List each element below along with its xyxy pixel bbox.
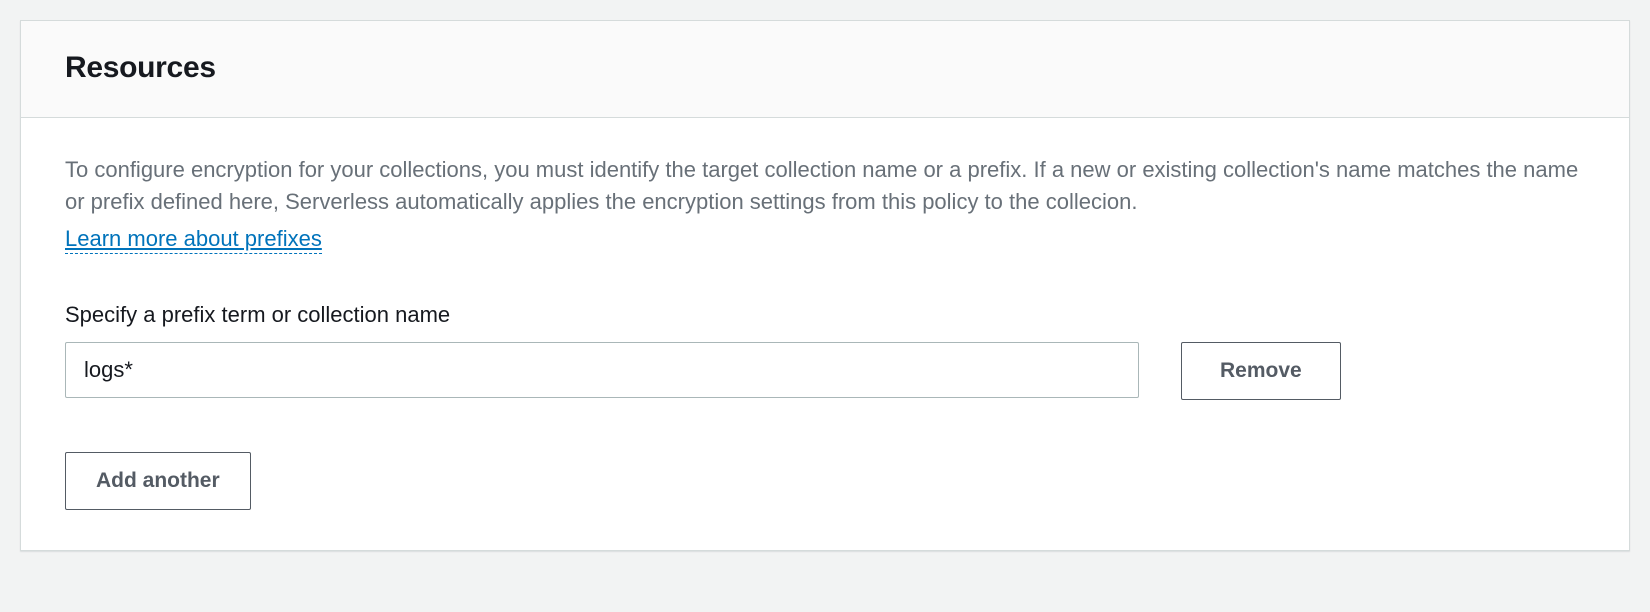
add-another-button[interactable]: Add another	[65, 452, 251, 510]
remove-button[interactable]: Remove	[1181, 342, 1341, 400]
resources-panel: Resources To configure encryption for yo…	[20, 20, 1630, 551]
panel-body: To configure encryption for your collect…	[21, 118, 1629, 550]
panel-description: To configure encryption for your collect…	[65, 154, 1585, 218]
prefix-field-label: Specify a prefix term or collection name	[65, 302, 1585, 328]
learn-more-link[interactable]: Learn more about prefixes	[65, 226, 322, 254]
panel-title: Resources	[65, 51, 1585, 85]
prefix-field-block: Specify a prefix term or collection name…	[65, 302, 1585, 400]
add-row: Add another	[65, 452, 1585, 510]
prefix-row: Remove	[65, 342, 1585, 400]
panel-header: Resources	[21, 21, 1629, 118]
prefix-input[interactable]	[65, 342, 1139, 398]
